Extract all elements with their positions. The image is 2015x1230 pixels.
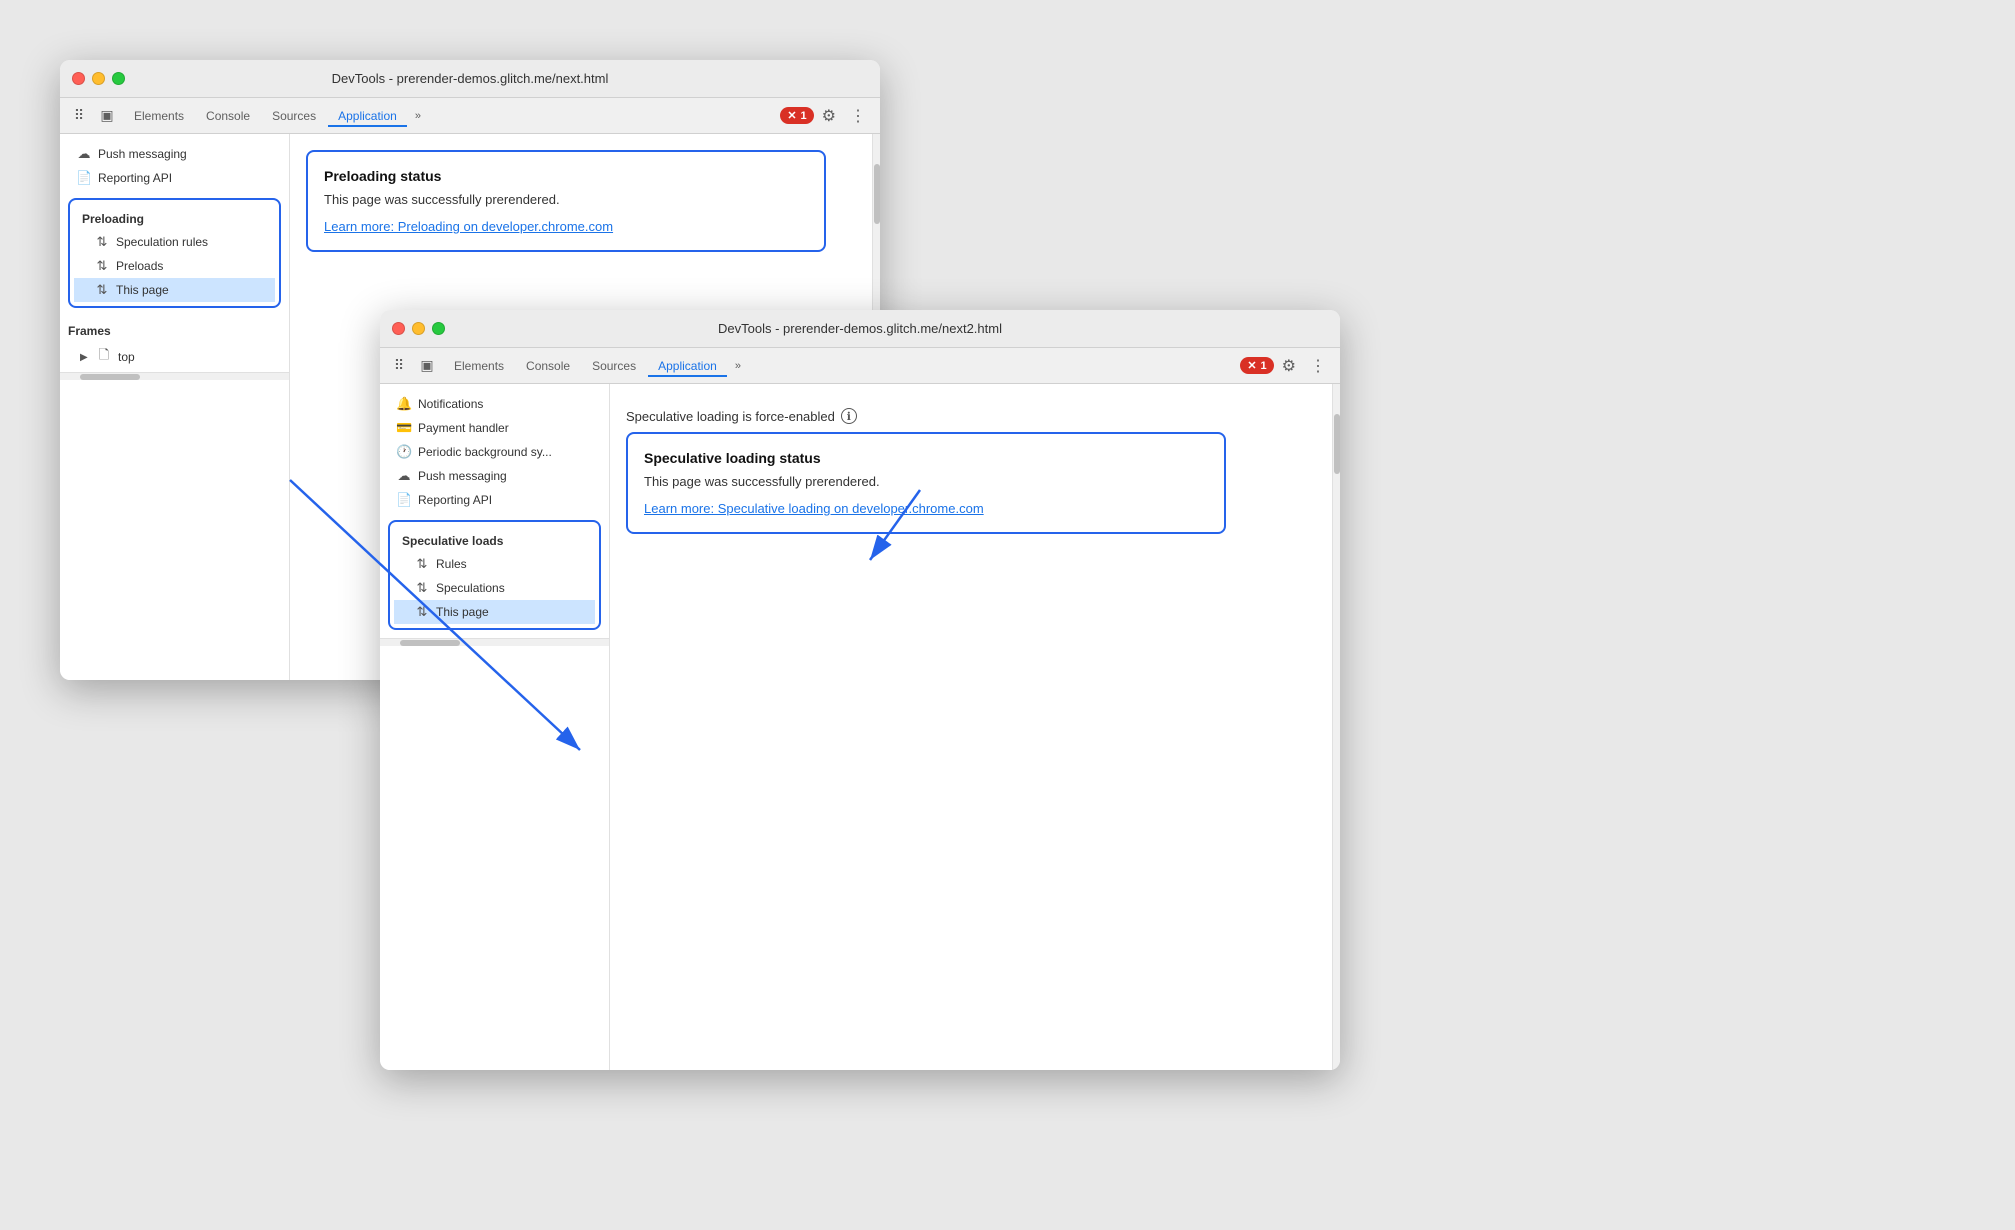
devtools-body-2: 🔔 Notifications 💳 Payment handler 🕐 Peri… — [380, 384, 1340, 1070]
sidebar-1: ☁ Push messaging 📄 Reporting API Preload… — [60, 134, 290, 680]
traffic-lights-2 — [392, 322, 445, 335]
h-scrollbar-2[interactable] — [380, 638, 609, 646]
speculative-status-title: Speculative loading status — [644, 450, 1208, 466]
device-icon-1[interactable]: ▣ — [96, 105, 118, 127]
sidebar-item-push-messaging-1[interactable]: ☁ Push messaging — [60, 142, 289, 166]
doc-icon: 📄 — [76, 170, 92, 186]
titlebar-1: DevTools - prerender-demos.glitch.me/nex… — [60, 60, 880, 98]
tab-application-1[interactable]: Application — [328, 105, 407, 127]
tab-sources-1[interactable]: Sources — [262, 105, 326, 127]
more-icon-1[interactable]: ⋮ — [844, 102, 872, 130]
clock-icon: 🕐 — [396, 444, 412, 460]
frames-group-label: Frames — [60, 316, 289, 342]
preloading-status-title: Preloading status — [324, 168, 808, 184]
updown-icon-5: ⇅ — [414, 580, 430, 596]
updown-icon-2: ⇅ — [94, 258, 110, 274]
minimize-button-2[interactable] — [412, 322, 425, 335]
devtools-tabbar-2: ⠿ ▣ Elements Console Sources Application… — [380, 348, 1340, 384]
sidebar-item-this-page-1[interactable]: ⇅ This page — [74, 278, 275, 302]
error-badge-2: ✕ 1 — [1240, 357, 1273, 374]
preloading-learn-more-link[interactable]: Learn more: Preloading on developer.chro… — [324, 219, 808, 234]
cloud-icon: ☁ — [76, 146, 92, 162]
h-scrollbar-thumb-2 — [400, 640, 460, 646]
doc-icon-2: 📄 — [396, 492, 412, 508]
sidebar-item-periodic-bg-2[interactable]: 🕐 Periodic background sy... — [380, 440, 609, 464]
sidebar-item-top-1[interactable]: ▶ 🗋 top — [60, 342, 289, 372]
devtools-tabbar-1: ⠿ ▣ Elements Console Sources Application… — [60, 98, 880, 134]
h-scrollbar-thumb-1 — [80, 374, 140, 380]
v-scrollbar-thumb-2 — [1334, 414, 1340, 474]
sidebar-item-rules-2[interactable]: ⇅ Rules — [394, 552, 595, 576]
sidebar-item-speculation-rules-1[interactable]: ⇅ Speculation rules — [74, 230, 275, 254]
sidebar-item-speculations-2[interactable]: ⇅ Speculations — [394, 576, 595, 600]
more-tabs-icon-2[interactable]: » — [729, 356, 747, 376]
speculative-group-box: Speculative loads ⇅ Rules ⇅ Speculations… — [388, 520, 601, 630]
sidebar-item-notifications-2[interactable]: 🔔 Notifications — [380, 392, 609, 416]
payment-icon: 💳 — [396, 420, 412, 436]
force-enabled-row: Speculative loading is force-enabled ℹ — [626, 400, 1316, 432]
arrow-icon: ▶ — [80, 352, 90, 363]
sidebar-item-reporting-api-2[interactable]: 📄 Reporting API — [380, 488, 609, 512]
sidebar-item-payment-handler-2[interactable]: 💳 Payment handler — [380, 416, 609, 440]
tab-console-1[interactable]: Console — [196, 105, 260, 127]
notification-icon: 🔔 — [396, 396, 412, 412]
v-scrollbar-thumb-1 — [874, 164, 880, 224]
tab-elements-2[interactable]: Elements — [444, 355, 514, 377]
info-icon[interactable]: ℹ — [841, 408, 857, 424]
more-tabs-icon-1[interactable]: » — [409, 106, 427, 126]
preloading-status-box: Preloading status This page was successf… — [306, 150, 826, 252]
traffic-lights-1 — [72, 72, 125, 85]
tab-elements-1[interactable]: Elements — [124, 105, 194, 127]
speculative-status-box: Speculative loading status This page was… — [626, 432, 1226, 534]
close-button-2[interactable] — [392, 322, 405, 335]
h-scrollbar-1[interactable] — [60, 372, 289, 380]
cursor-icon-1[interactable]: ⠿ — [68, 105, 90, 127]
maximize-button-2[interactable] — [432, 322, 445, 335]
device-icon-2[interactable]: ▣ — [416, 355, 438, 377]
updown-icon-1: ⇅ — [94, 234, 110, 250]
main-content-2: Speculative loading is force-enabled ℹ S… — [610, 384, 1332, 1070]
tab-sources-2[interactable]: Sources — [582, 355, 646, 377]
folder-icon: 🗋 — [96, 346, 112, 368]
close-button-1[interactable] — [72, 72, 85, 85]
speculative-learn-more-link[interactable]: Learn more: Speculative loading on devel… — [644, 501, 1208, 516]
settings-icon-2[interactable]: ⚙ — [1276, 352, 1302, 380]
updown-icon-4: ⇅ — [414, 556, 430, 572]
preloading-status-text: This page was successfully prerendered. — [324, 192, 808, 207]
updown-icon-6: ⇅ — [414, 604, 430, 620]
updown-icon-3: ⇅ — [94, 282, 110, 298]
error-badge-1: ✕ 1 — [780, 107, 813, 124]
minimize-button-1[interactable] — [92, 72, 105, 85]
tab-application-2[interactable]: Application — [648, 355, 727, 377]
window-title-1: DevTools - prerender-demos.glitch.me/nex… — [332, 71, 609, 86]
sidebar-item-reporting-api-1[interactable]: 📄 Reporting API — [60, 166, 289, 190]
settings-icon-1[interactable]: ⚙ — [816, 102, 842, 130]
cursor-icon-2[interactable]: ⠿ — [388, 355, 410, 377]
tab-console-2[interactable]: Console — [516, 355, 580, 377]
devtools-window-2: DevTools - prerender-demos.glitch.me/nex… — [380, 310, 1340, 1070]
window-title-2: DevTools - prerender-demos.glitch.me/nex… — [718, 321, 1002, 336]
force-enabled-text: Speculative loading is force-enabled — [626, 409, 835, 424]
sidebar-2: 🔔 Notifications 💳 Payment handler 🕐 Peri… — [380, 384, 610, 1070]
sidebar-item-preloads-1[interactable]: ⇅ Preloads — [74, 254, 275, 278]
more-icon-2[interactable]: ⋮ — [1304, 352, 1332, 380]
titlebar-2: DevTools - prerender-demos.glitch.me/nex… — [380, 310, 1340, 348]
sidebar-item-push-messaging-2[interactable]: ☁ Push messaging — [380, 464, 609, 488]
cloud-icon-2: ☁ — [396, 468, 412, 484]
preloading-group-box: Preloading ⇅ Speculation rules ⇅ Preload… — [68, 198, 281, 308]
maximize-button-1[interactable] — [112, 72, 125, 85]
preloading-group-label: Preloading — [74, 204, 275, 230]
speculative-status-text: This page was successfully prerendered. — [644, 474, 1208, 489]
sidebar-item-this-page-2[interactable]: ⇅ This page — [394, 600, 595, 624]
v-scrollbar-2[interactable] — [1332, 384, 1340, 1070]
speculative-group-label: Speculative loads — [394, 526, 595, 552]
